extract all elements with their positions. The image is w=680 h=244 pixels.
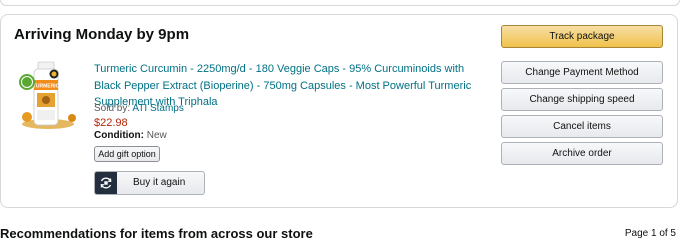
reorder-icon <box>95 172 117 194</box>
buy-it-again-label: Buy it again <box>133 177 186 188</box>
buy-it-again-button[interactable]: Buy it again <box>94 171 205 195</box>
recommendations-pager: Page 1 of 5 <box>624 228 676 239</box>
sold-by-line: Sold by: ATI Stamps <box>94 103 184 114</box>
seller-link[interactable]: ATI Stamps <box>132 103 184 114</box>
track-package-button[interactable]: Track package <box>501 25 663 48</box>
change-payment-method-button[interactable]: Change Payment Method <box>501 61 663 84</box>
product-image[interactable]: TURMERIC <box>18 58 82 130</box>
condition-label: Condition: <box>94 130 144 141</box>
recommendations-heading: Recommendations for items from across ou… <box>0 226 313 241</box>
add-gift-option-button[interactable]: Add gift option <box>94 146 160 162</box>
condition-line: Condition: New <box>94 130 167 141</box>
previous-order-card-edge <box>0 0 680 6</box>
condition-value: New <box>146 130 167 141</box>
arrival-status: Arriving Monday by 9pm <box>14 26 190 43</box>
cancel-items-button[interactable]: Cancel items <box>501 115 663 138</box>
product-price: $22.98 <box>94 117 128 129</box>
change-shipping-speed-button[interactable]: Change shipping speed <box>501 88 663 111</box>
product-brand-text: TURMERIC <box>33 84 60 90</box>
archive-order-button[interactable]: Archive order <box>501 142 663 165</box>
sold-by-label: Sold by: <box>94 103 131 114</box>
